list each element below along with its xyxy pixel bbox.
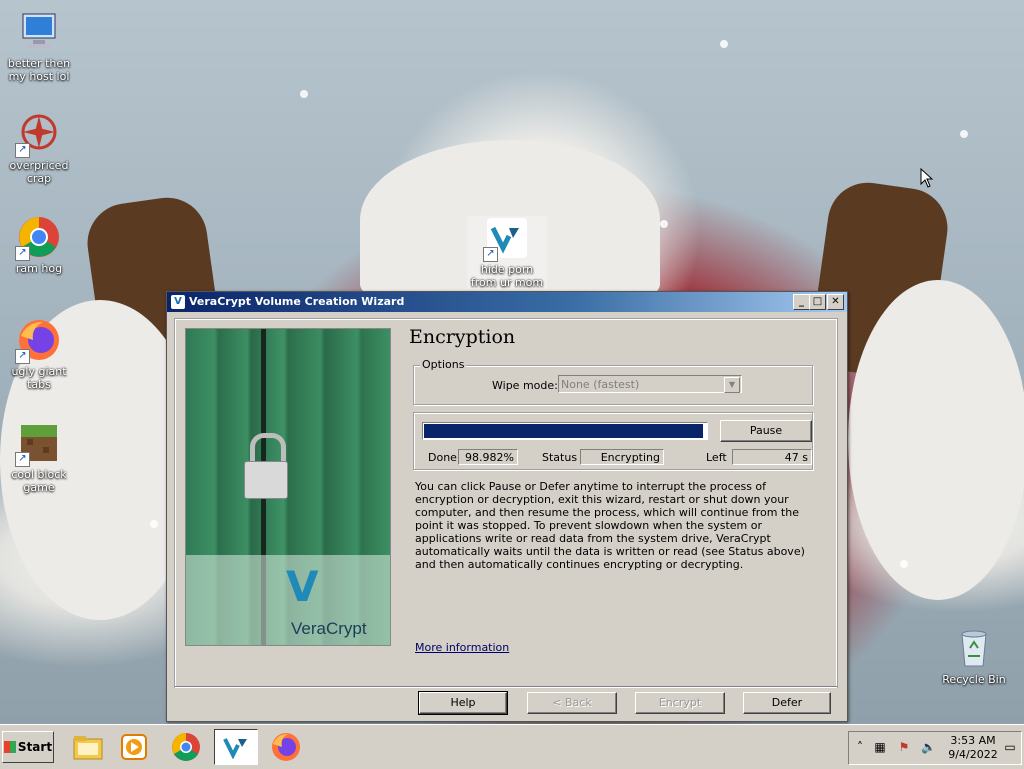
options-group: Options Wipe mode: None (fastest) ▼ xyxy=(413,358,813,405)
snowflake xyxy=(900,560,908,568)
wallpaper-fur-right xyxy=(848,280,1024,600)
system-tray: ˄ ▦ ⚑ 🔈 3:53 AM 9/4/2022 ▭ xyxy=(848,731,1022,765)
minimize-button[interactable]: _ xyxy=(793,294,810,310)
app-shortcut-icon: ↗ xyxy=(15,112,61,158)
desktop-icon-label: ram hog xyxy=(15,262,63,275)
wipe-mode-value: None (fastest) xyxy=(561,378,640,391)
desktop-icon-recycle-bin[interactable]: Recycle Bin xyxy=(934,626,1014,686)
taskbar-veracrypt[interactable] xyxy=(214,729,258,765)
minecraft-icon: ↗ xyxy=(15,421,61,467)
network-icon[interactable]: ▦ xyxy=(873,740,887,754)
desktop-icon-firefox[interactable]: ↗ ugly giant tabs xyxy=(0,318,79,391)
shortcut-arrow-icon: ↗ xyxy=(15,452,30,467)
windows-logo-icon xyxy=(3,741,16,753)
media-player-icon xyxy=(121,734,147,760)
button-separator xyxy=(175,686,837,688)
progress-fill xyxy=(424,424,703,438)
wipe-mode-label: Wipe mode: xyxy=(492,379,558,392)
window-titlebar[interactable]: V VeraCrypt Volume Creation Wizard _ □ ✕ xyxy=(167,292,847,312)
shortcut-arrow-icon: ↗ xyxy=(15,246,30,261)
done-label: Done xyxy=(428,451,457,464)
chrome-icon: ↗ xyxy=(15,215,61,261)
shortcut-arrow-icon: ↗ xyxy=(15,349,30,364)
computer-icon xyxy=(17,10,61,54)
progress-group: Pause Done 98.982% Status Encrypting Lef… xyxy=(413,412,813,470)
snowflake xyxy=(150,520,158,528)
snowflake xyxy=(660,220,668,228)
desktop-icon-chrome[interactable]: ↗ ram hog xyxy=(0,215,79,275)
taskbar-media-player[interactable] xyxy=(112,729,156,765)
encryption-progress-bar xyxy=(422,422,708,440)
defer-button[interactable]: Defer xyxy=(743,692,831,714)
veracrypt-icon xyxy=(223,738,247,759)
desktop-icon-label: hide porn from ur mom xyxy=(470,263,544,289)
recycle-bin-icon xyxy=(952,626,996,670)
done-value: 98.982% xyxy=(458,449,518,465)
snowflake xyxy=(720,40,728,48)
desktop-icon-computer[interactable]: better then my host lol xyxy=(0,10,79,83)
wipe-mode-select[interactable]: None (fastest) ▼ xyxy=(558,375,742,393)
snowflake xyxy=(960,130,968,138)
veracrypt-logo-icon: V xyxy=(171,295,185,309)
taskbar-chrome[interactable] xyxy=(164,729,208,765)
veracrypt-logo-mark: V xyxy=(286,562,319,611)
volume-icon[interactable]: 🔈 xyxy=(921,740,936,754)
shortcut-arrow-icon: ↗ xyxy=(15,143,30,158)
desktop-icon-label: better then my host lol xyxy=(7,57,71,83)
back-button[interactable]: < Back xyxy=(527,692,617,714)
help-button[interactable]: Help xyxy=(418,691,508,715)
action-center-warning-icon[interactable]: ⚑ xyxy=(897,740,911,754)
wizard-side-image: V VeraCrypt xyxy=(185,328,391,646)
desktop-icon-label: Recycle Bin xyxy=(942,673,1006,686)
info-text: You can click Pause or Defer anytime to … xyxy=(415,480,805,571)
clock-date: 9/4/2022 xyxy=(948,748,998,761)
maximize-button[interactable]: □ xyxy=(809,294,826,310)
file-explorer-icon xyxy=(73,736,103,760)
show-hidden-icons-button[interactable]: ˄ xyxy=(853,740,867,754)
firefox-icon xyxy=(272,733,300,761)
firefox-icon: ↗ xyxy=(15,318,61,364)
left-value: 47 s xyxy=(732,449,812,465)
desktop-icon-label: overpriced crap xyxy=(9,159,69,185)
start-button[interactable]: Start xyxy=(2,731,54,763)
page-title: Encryption xyxy=(409,326,516,348)
pause-button[interactable]: Pause xyxy=(720,420,812,442)
clock-time: 3:53 AM xyxy=(950,734,996,747)
window-title: VeraCrypt Volume Creation Wizard xyxy=(189,295,405,308)
taskbar: Start ˄ ▦ ⚑ 🔈 3:53 AM 9/4/2022 ▭ xyxy=(0,724,1024,769)
desktop-icon-label: cool block game xyxy=(11,468,67,494)
start-label: Start xyxy=(17,740,53,754)
desktop-icon-veracrypt[interactable]: ↗ hide porn from ur mom xyxy=(467,216,547,289)
chevron-down-icon: ▼ xyxy=(724,377,740,393)
status-value: Encrypting xyxy=(580,449,664,465)
chrome-icon xyxy=(172,733,200,761)
taskbar-file-explorer[interactable] xyxy=(66,729,110,765)
options-legend: Options xyxy=(420,358,467,371)
encrypt-button[interactable]: Encrypt xyxy=(635,692,725,714)
close-button[interactable]: ✕ xyxy=(827,294,844,310)
desktop-icon-label: ugly giant tabs xyxy=(11,365,67,391)
clock[interactable]: 3:53 AM 9/4/2022 xyxy=(945,734,1001,762)
show-desktop-icon[interactable]: ▭ xyxy=(1003,740,1017,754)
mouse-cursor-icon xyxy=(920,168,934,188)
left-label: Left xyxy=(706,451,727,464)
padlock-icon xyxy=(244,461,288,499)
veracrypt-logo-text: VeraCrypt xyxy=(291,619,367,638)
more-information-link[interactable]: More information xyxy=(415,641,509,654)
shortcut-arrow-icon: ↗ xyxy=(483,247,498,262)
snowflake xyxy=(300,90,308,98)
veracrypt-icon: ↗ xyxy=(483,216,529,262)
desktop-icon-overpriced[interactable]: ↗ overpriced crap xyxy=(0,112,79,185)
taskbar-firefox[interactable] xyxy=(264,729,308,765)
status-label: Status xyxy=(542,451,578,464)
veracrypt-wizard-window: V VeraCrypt Volume Creation Wizard _ □ ✕… xyxy=(166,291,848,722)
desktop-icon-minecraft[interactable]: ↗ cool block game xyxy=(0,421,79,494)
